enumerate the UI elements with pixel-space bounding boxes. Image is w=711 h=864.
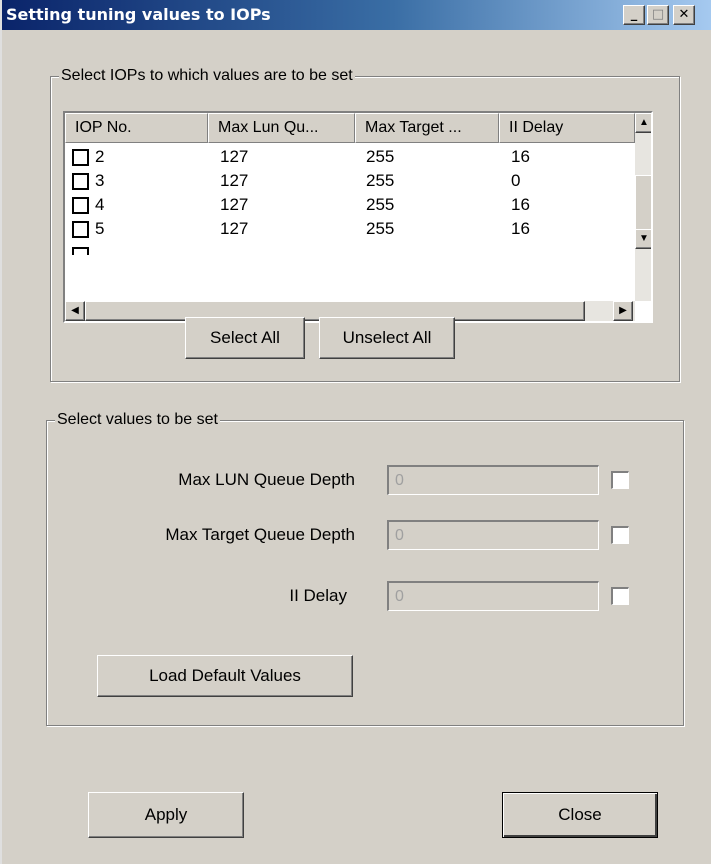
close-icon: ✕	[678, 7, 690, 22]
scroll-left-button[interactable]: ◀	[65, 301, 85, 321]
dialog-window: Setting tuning values to IOPs _ □ ✕ Sele…	[0, 0, 711, 864]
max-target-queue-depth-input[interactable]	[387, 520, 599, 550]
iop-number: 3	[95, 171, 105, 190]
max-lun-queue-depth-checkbox[interactable]	[611, 471, 629, 489]
close-window-button[interactable]: ✕	[673, 5, 695, 25]
row-checkbox[interactable]	[72, 197, 89, 214]
apply-button[interactable]: Apply	[88, 792, 244, 838]
vertical-scrollbar[interactable]: ▲ ▼	[635, 113, 651, 301]
iop-number: 2	[95, 147, 105, 166]
close-button[interactable]: Close	[502, 792, 658, 838]
iop-groupbox: Select IOPs to which values are to be se…	[50, 66, 680, 382]
delay-label: II Delay	[289, 586, 347, 605]
window-title: Setting tuning values to IOPs	[6, 5, 271, 24]
table-row[interactable]: 5 127 255 16	[65, 217, 635, 241]
minimize-button[interactable]: _	[623, 5, 645, 25]
minimize-icon: _	[630, 7, 638, 22]
max-lun-queue-depth-input[interactable]	[387, 465, 599, 495]
max-target-value: 255	[366, 147, 395, 166]
table-row[interactable]: 3 127 255 0	[65, 169, 635, 193]
max-lun-value: 127	[220, 171, 249, 190]
scroll-up-icon: ▲	[639, 117, 649, 128]
delay-value: 16	[511, 219, 530, 238]
delay-value: 16	[511, 147, 530, 166]
row-checkbox[interactable]	[72, 173, 89, 190]
max-lun-value: 127	[220, 219, 249, 238]
scroll-up-button[interactable]: ▲	[635, 113, 651, 133]
iop-number: 5	[95, 219, 105, 238]
iop-number: 4	[95, 195, 105, 214]
max-target-queue-depth-label: Max Target Queue Depth	[165, 525, 355, 544]
scroll-down-button[interactable]: ▼	[635, 229, 651, 249]
select-all-button[interactable]: Select All	[185, 317, 305, 359]
column-header-delay[interactable]: II Delay	[499, 113, 635, 143]
vertical-scroll-thumb[interactable]	[635, 175, 651, 231]
max-target-value: 255	[366, 171, 395, 190]
max-lun-value: 127	[220, 195, 249, 214]
max-target-value: 255	[366, 219, 395, 238]
title-bar[interactable]: Setting tuning values to IOPs _ □ ✕	[2, 0, 711, 30]
delay-checkbox[interactable]	[611, 587, 629, 605]
row-checkbox[interactable]	[72, 149, 89, 166]
values-group-legend: Select values to be set	[55, 410, 220, 430]
max-lun-value: 127	[220, 147, 249, 166]
delay-value: 16	[511, 195, 530, 214]
row-checkbox-partial[interactable]	[72, 247, 89, 255]
column-header-max-target[interactable]: Max Target ...	[355, 113, 499, 143]
table-row[interactable]: 2 127 255 16	[65, 145, 635, 169]
max-target-queue-depth-checkbox[interactable]	[611, 526, 629, 544]
scroll-left-icon: ◀	[71, 305, 79, 316]
scroll-right-button[interactable]: ▶	[613, 301, 633, 321]
column-header-max-lun[interactable]: Max Lun Qu...	[208, 113, 355, 143]
delay-input[interactable]	[387, 581, 599, 611]
load-default-values-button[interactable]: Load Default Values	[97, 655, 353, 697]
table-row[interactable]: 4 127 255 16	[65, 193, 635, 217]
max-lun-queue-depth-label: Max LUN Queue Depth	[178, 470, 355, 489]
maximize-button[interactable]: □	[647, 5, 669, 25]
scroll-right-icon: ▶	[619, 305, 627, 316]
max-target-value: 255	[366, 195, 395, 214]
maximize-icon: □	[651, 7, 665, 22]
row-checkbox[interactable]	[72, 221, 89, 238]
column-header-iop-no[interactable]: IOP No.	[65, 113, 208, 143]
scroll-down-icon: ▼	[639, 233, 649, 244]
iop-listview[interactable]: IOP No. Max Lun Qu... Max Target ... II …	[63, 111, 653, 323]
iop-group-legend: Select IOPs to which values are to be se…	[59, 66, 355, 86]
delay-value: 0	[511, 171, 521, 190]
unselect-all-button[interactable]: Unselect All	[319, 317, 455, 359]
listview-header: IOP No. Max Lun Qu... Max Target ... II …	[65, 113, 635, 143]
values-groupbox: Select values to be set Max LUN Queue De…	[46, 410, 684, 726]
